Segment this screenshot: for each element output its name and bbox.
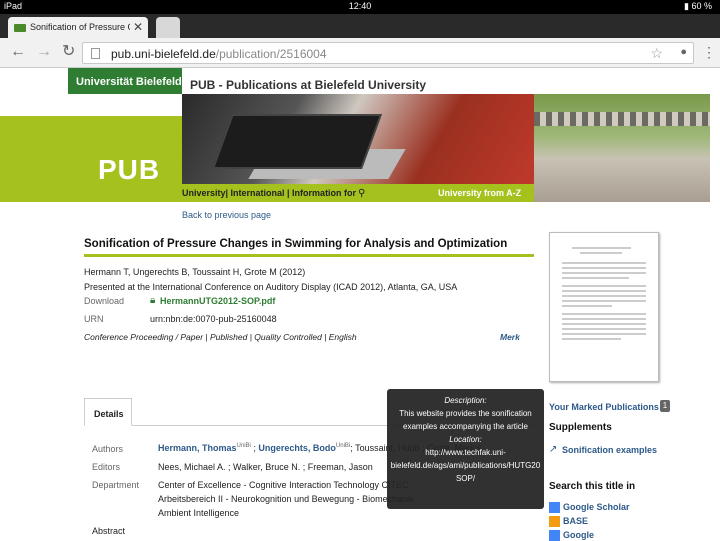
external-link-icon: ↗ <box>549 444 558 455</box>
tooltip-description-label: Description: <box>444 396 487 405</box>
urn-label: URN <box>84 314 104 324</box>
supplements-heading: Supplements <box>549 422 612 433</box>
battery-indicator: ▮ 60 % <box>684 1 712 11</box>
marked-publications-link[interactable]: Your Marked Publications <box>549 402 659 412</box>
ios-status-bar: iPad 12:40 ▮ 60 % <box>0 0 720 14</box>
tab-title: Sonification of Pressure Ch <box>30 22 130 32</box>
bookmark-star-icon[interactable]: ☆ <box>650 45 663 62</box>
university-logo[interactable]: Universität Bielefeld <box>68 68 182 94</box>
download-label: Download <box>84 296 125 306</box>
tooltip-location-line: http://www.techfak.uni- <box>425 448 506 457</box>
publication-type: Conference Proceeding / Paper | Publishe… <box>84 332 357 342</box>
mark-link[interactable]: Merk <box>500 332 520 342</box>
back-link[interactable]: Back to previous page <box>182 210 271 220</box>
tooltip-desc-line: examples accompanying the article <box>403 422 528 431</box>
article-title: Sonification of Pressure Changes in Swim… <box>84 238 508 250</box>
google-scholar-link[interactable]: Google Scholar <box>549 502 630 514</box>
authors-label: Authors <box>92 444 124 454</box>
marked-count-badge: 1 <box>660 400 670 412</box>
department-label: Department <box>92 480 140 490</box>
tooltip-location-line: SOP/ <box>455 474 476 483</box>
address-bar[interactable]: pub.uni-bielefeld.de/publication/2516004… <box>82 42 694 64</box>
base-link[interactable]: BASE <box>549 516 588 528</box>
tooltip-desc-line: This website provides the sonification <box>399 409 532 418</box>
close-tab-icon[interactable]: ✕ <box>133 20 143 34</box>
main-nav[interactable]: University| International | Information … <box>182 188 356 198</box>
menu-icon[interactable]: ⋮ <box>702 43 716 61</box>
author-link[interactable]: Ungerechts, Bodo <box>258 443 336 453</box>
forward-arrow-icon[interactable]: → <box>36 43 52 61</box>
title-divider <box>84 254 534 257</box>
reload-icon[interactable]: ↻ <box>62 43 75 61</box>
editors-label: Editors <box>92 462 121 472</box>
tooltip-location-label: Location: <box>449 435 482 444</box>
editors-list: Nees, Michael A. ; Walker, Bruce N. ; Fr… <box>158 462 373 472</box>
atoz-link[interactable]: University from A-Z <box>438 188 521 198</box>
clock: 12:40 <box>348 1 372 11</box>
department-3[interactable]: Ambient Intelligence <box>158 508 239 518</box>
google-icon <box>549 530 560 541</box>
browser-tab-active[interactable]: Sonification of Pressure Ch ✕ <box>8 17 148 38</box>
google-scholar-icon <box>549 502 560 514</box>
pdf-thumbnail[interactable] <box>549 232 659 382</box>
search-title-heading: Search this title in <box>549 481 636 492</box>
pdf-download-link[interactable]: HermannUTG2012-SOP.pdf <box>160 296 275 306</box>
tab-strip: Sonification of Pressure Ch ✕ <box>0 14 720 38</box>
tab-details[interactable]: Details <box>84 398 132 426</box>
new-tab-button[interactable] <box>156 17 180 38</box>
sonification-link[interactable]: Sonification examples <box>562 445 657 455</box>
search-icon[interactable]: ⚲ <box>358 188 365 199</box>
hero-image-campus <box>534 94 710 202</box>
site-title: PUB - Publications at Bielefeld Universi… <box>190 78 427 92</box>
google-link[interactable]: Google <box>549 530 594 541</box>
browser-toolbar: ← → ↻ pub.uni-bielefeld.de/publication/2… <box>0 38 720 68</box>
favicon-icon <box>14 24 26 32</box>
back-arrow-icon[interactable]: ← <box>10 43 26 61</box>
abstract-label: Abstract <box>92 526 126 536</box>
page-icon <box>91 48 100 59</box>
citation-venue: Presented at the International Conferenc… <box>84 282 458 292</box>
urn-value: urn:nbn:de:0070-pub-25160048 <box>150 314 277 324</box>
tooltip-location-line: bielefeld.de/ags/ami/publications/HUTG20 <box>390 461 541 470</box>
pub-logo[interactable]: PUB <box>98 154 160 186</box>
supplement-tooltip: Description: This website provides the s… <box>387 389 544 509</box>
department-2[interactable]: Arbeitsbereich II - Neurokognition und B… <box>158 494 414 504</box>
department-1[interactable]: Center of Excellence - Cognitive Interac… <box>158 480 408 490</box>
pdf-icon: 🔒︎ <box>150 295 156 306</box>
citation-authors: Hermann T, Ungerechts B, Toussaint H, Gr… <box>84 267 306 277</box>
base-icon <box>549 516 560 528</box>
microphone-icon[interactable]: ● <box>680 46 687 58</box>
battery-text: 60 % <box>691 1 712 11</box>
author-link[interactable]: Hermann, Thomas <box>158 443 237 453</box>
url-text[interactable]: pub.uni-bielefeld.de/publication/2516004 <box>111 47 327 61</box>
hero-image-laptop <box>182 94 534 184</box>
